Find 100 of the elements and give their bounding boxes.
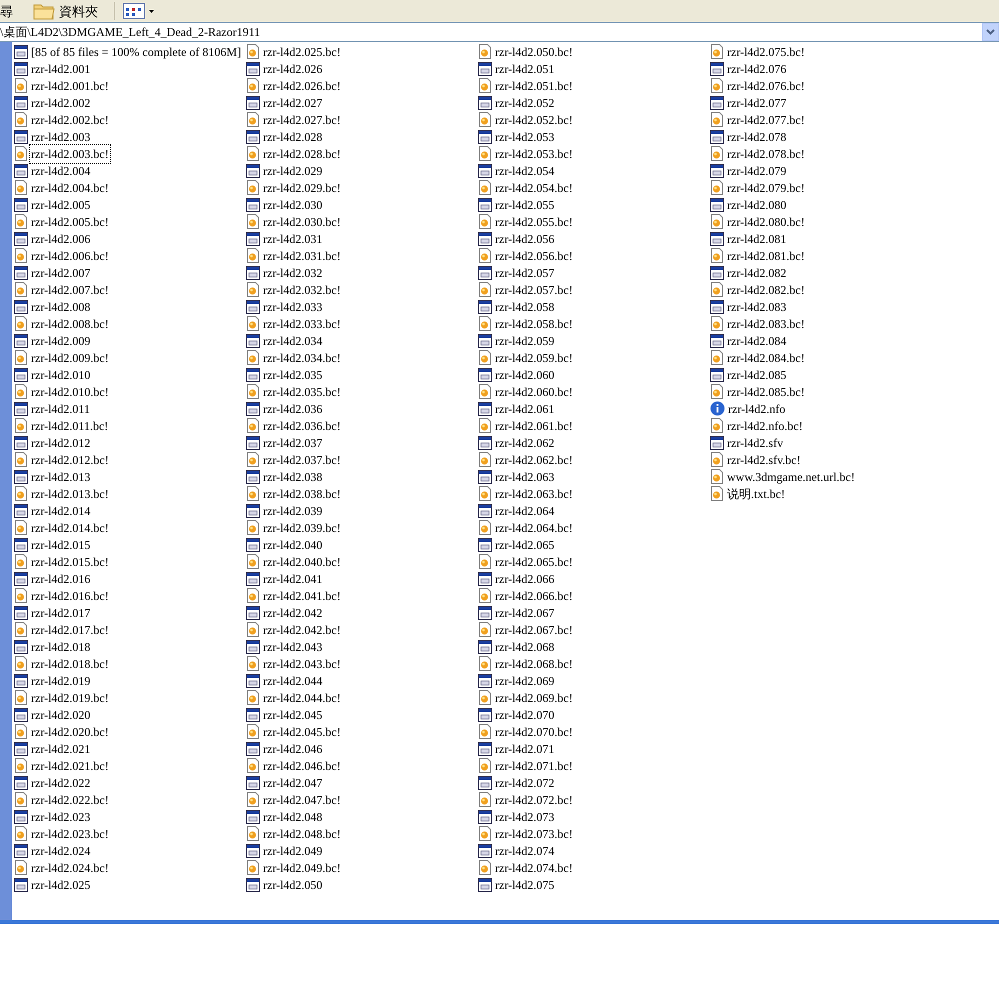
file-item[interactable]: rzr-l4d2.012.bc!	[14, 451, 246, 468]
file-item[interactable]: rzr-l4d2.066	[478, 570, 710, 587]
file-item[interactable]: rzr-l4d2.030.bc!	[246, 213, 478, 230]
file-item[interactable]: rzr-l4d2.019	[14, 672, 246, 689]
file-item[interactable]: rzr-l4d2.037.bc!	[246, 451, 478, 468]
file-item[interactable]: rzr-l4d2.010	[14, 366, 246, 383]
file-item[interactable]: rzr-l4d2.016	[14, 570, 246, 587]
file-item[interactable]: rzr-l4d2.018.bc!	[14, 655, 246, 672]
folders-button[interactable]: 資料夾	[33, 2, 98, 20]
file-item[interactable]: rzr-l4d2.014.bc!	[14, 519, 246, 536]
file-item[interactable]: rzr-l4d2.050.bc!	[478, 43, 710, 60]
file-item[interactable]: rzr-l4d2.070	[478, 706, 710, 723]
file-item[interactable]: rzr-l4d2.025.bc!	[246, 43, 478, 60]
file-item[interactable]: rzr-l4d2.047.bc!	[246, 791, 478, 808]
file-item[interactable]: rzr-l4d2.044	[246, 672, 478, 689]
file-item[interactable]: rzr-l4d2.062	[478, 434, 710, 451]
file-item[interactable]: rzr-l4d2.046	[246, 740, 478, 757]
file-item[interactable]: rzr-l4d2.nfo	[710, 400, 942, 417]
file-item[interactable]: rzr-l4d2.043	[246, 638, 478, 655]
file-item[interactable]: rzr-l4d2.003.bc!	[14, 145, 246, 162]
file-item[interactable]: rzr-l4d2.032	[246, 264, 478, 281]
file-item[interactable]: rzr-l4d2.084.bc!	[710, 349, 942, 366]
search-button[interactable]: 尋	[0, 4, 21, 18]
file-item[interactable]: rzr-l4d2.026	[246, 60, 478, 77]
file-item[interactable]: rzr-l4d2.001	[14, 60, 246, 77]
file-item[interactable]: rzr-l4d2.031.bc!	[246, 247, 478, 264]
file-item[interactable]: rzr-l4d2.022	[14, 774, 246, 791]
file-item[interactable]: www.3dmgame.net.url.bc!	[710, 468, 942, 485]
file-item[interactable]: rzr-l4d2.034	[246, 332, 478, 349]
file-item[interactable]: rzr-l4d2.004.bc!	[14, 179, 246, 196]
file-item[interactable]: rzr-l4d2.010.bc!	[14, 383, 246, 400]
file-item[interactable]: rzr-l4d2.064	[478, 502, 710, 519]
file-item[interactable]: rzr-l4d2.034.bc!	[246, 349, 478, 366]
file-item[interactable]: rzr-l4d2.068	[478, 638, 710, 655]
file-item[interactable]: rzr-l4d2.023	[14, 808, 246, 825]
file-item[interactable]: rzr-l4d2.071	[478, 740, 710, 757]
file-item[interactable]: rzr-l4d2.003	[14, 128, 246, 145]
file-item[interactable]: rzr-l4d2.075.bc!	[710, 43, 942, 60]
file-item[interactable]: rzr-l4d2.036.bc!	[246, 417, 478, 434]
file-item[interactable]: rzr-l4d2.020	[14, 706, 246, 723]
file-item[interactable]: rzr-l4d2.011	[14, 400, 246, 417]
file-item[interactable]: rzr-l4d2.083	[710, 298, 942, 315]
file-item[interactable]: rzr-l4d2.017.bc!	[14, 621, 246, 638]
file-item[interactable]: rzr-l4d2.033	[246, 298, 478, 315]
file-item[interactable]: rzr-l4d2.029	[246, 162, 478, 179]
address-dropdown-button[interactable]	[982, 23, 999, 41]
file-item[interactable]: rzr-l4d2.009	[14, 332, 246, 349]
file-item[interactable]: rzr-l4d2.006	[14, 230, 246, 247]
file-item[interactable]: rzr-l4d2.072	[478, 774, 710, 791]
file-item[interactable]: 说明.txt.bc!	[710, 485, 942, 502]
file-item[interactable]: rzr-l4d2.050	[246, 876, 478, 893]
file-item[interactable]: rzr-l4d2.021	[14, 740, 246, 757]
file-item[interactable]: rzr-l4d2.022.bc!	[14, 791, 246, 808]
file-item[interactable]: rzr-l4d2.001.bc!	[14, 77, 246, 94]
file-item[interactable]: rzr-l4d2.069.bc!	[478, 689, 710, 706]
file-item[interactable]: rzr-l4d2.008.bc!	[14, 315, 246, 332]
file-item[interactable]: rzr-l4d2.073.bc!	[478, 825, 710, 842]
file-item[interactable]: rzr-l4d2.061.bc!	[478, 417, 710, 434]
file-item[interactable]: rzr-l4d2.048.bc!	[246, 825, 478, 842]
file-item[interactable]: rzr-l4d2.032.bc!	[246, 281, 478, 298]
file-item[interactable]: rzr-l4d2.078	[710, 128, 942, 145]
file-item[interactable]: rzr-l4d2.051.bc!	[478, 77, 710, 94]
file-item[interactable]: rzr-l4d2.045	[246, 706, 478, 723]
file-item[interactable]: rzr-l4d2.015	[14, 536, 246, 553]
file-item[interactable]: rzr-l4d2.057.bc!	[478, 281, 710, 298]
file-item[interactable]: rzr-l4d2.sfv.bc!	[710, 451, 942, 468]
file-item[interactable]: rzr-l4d2.049.bc!	[246, 859, 478, 876]
file-item[interactable]: rzr-l4d2.046.bc!	[246, 757, 478, 774]
file-item[interactable]: rzr-l4d2.004	[14, 162, 246, 179]
file-item[interactable]: rzr-l4d2.040	[246, 536, 478, 553]
file-item[interactable]: rzr-l4d2.080	[710, 196, 942, 213]
file-item[interactable]: rzr-l4d2.014	[14, 502, 246, 519]
file-item[interactable]: rzr-l4d2.040.bc!	[246, 553, 478, 570]
file-item[interactable]: rzr-l4d2.041.bc!	[246, 587, 478, 604]
file-item[interactable]: rzr-l4d2.077	[710, 94, 942, 111]
file-item[interactable]: rzr-l4d2.023.bc!	[14, 825, 246, 842]
file-item[interactable]: rzr-l4d2.079	[710, 162, 942, 179]
file-item[interactable]: rzr-l4d2.020.bc!	[14, 723, 246, 740]
file-item[interactable]: rzr-l4d2.051	[478, 60, 710, 77]
file-item[interactable]: rzr-l4d2.078.bc!	[710, 145, 942, 162]
file-item[interactable]: rzr-l4d2.076	[710, 60, 942, 77]
file-item[interactable]: rzr-l4d2.066.bc!	[478, 587, 710, 604]
file-item[interactable]: rzr-l4d2.075	[478, 876, 710, 893]
file-item[interactable]: rzr-l4d2.016.bc!	[14, 587, 246, 604]
file-item[interactable]: rzr-l4d2.069	[478, 672, 710, 689]
file-item[interactable]: rzr-l4d2.030	[246, 196, 478, 213]
file-item[interactable]: rzr-l4d2.013	[14, 468, 246, 485]
file-item[interactable]: rzr-l4d2.049	[246, 842, 478, 859]
file-item[interactable]: rzr-l4d2.055	[478, 196, 710, 213]
file-item[interactable]: rzr-l4d2.062.bc!	[478, 451, 710, 468]
file-item[interactable]: rzr-l4d2.037	[246, 434, 478, 451]
file-item[interactable]: rzr-l4d2.012	[14, 434, 246, 451]
file-item[interactable]: rzr-l4d2.002.bc!	[14, 111, 246, 128]
file-item[interactable]: rzr-l4d2.048	[246, 808, 478, 825]
file-item[interactable]: rzr-l4d2.059.bc!	[478, 349, 710, 366]
file-item[interactable]: rzr-l4d2.027.bc!	[246, 111, 478, 128]
file-item[interactable]: rzr-l4d2.002	[14, 94, 246, 111]
file-item[interactable]: rzr-l4d2.074	[478, 842, 710, 859]
file-item[interactable]: rzr-l4d2.059	[478, 332, 710, 349]
file-item[interactable]: rzr-l4d2.sfv	[710, 434, 942, 451]
